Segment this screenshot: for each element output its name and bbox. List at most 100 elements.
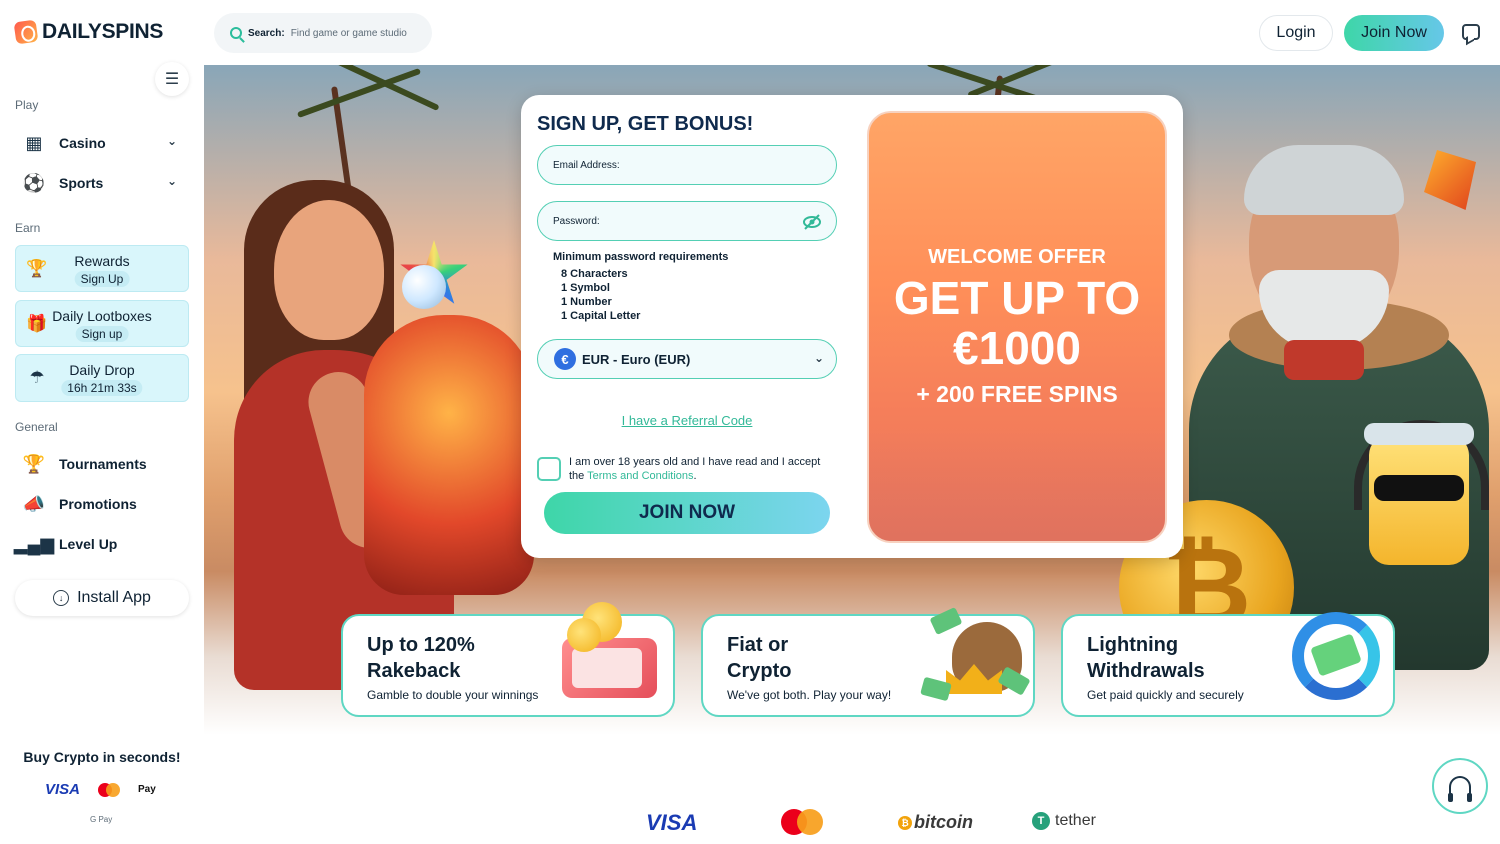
visa-logo: VISA xyxy=(45,781,81,798)
referral-code-link[interactable]: I have a Referral Code xyxy=(521,413,853,428)
chat-icon[interactable] xyxy=(1462,24,1480,40)
payment-methods-row: VISA Pay xyxy=(45,781,156,798)
slot-machine-icon: ▦ xyxy=(25,132,43,153)
currency-value: EUR - Euro (EUR) xyxy=(582,351,691,367)
tether-icon: T xyxy=(1032,812,1050,830)
eye-slash-icon[interactable] xyxy=(802,213,822,231)
feature-card-fiat-crypto: Fiat or Crypto We've got both. Play your… xyxy=(701,606,1035,717)
orb-illustration xyxy=(402,265,446,309)
earn-card-title: Rewards xyxy=(74,253,130,269)
apple-pay-label: Pay xyxy=(138,784,156,795)
collapse-sidebar-button[interactable]: ☰ xyxy=(155,62,189,96)
feature-title: Up to 120% Rakeback xyxy=(367,632,557,684)
earn-card-title: Daily Lootboxes xyxy=(52,308,152,324)
character-scarf xyxy=(1284,340,1364,380)
trophy-icon: 🏆 xyxy=(22,453,46,474)
bitcoin-logo: ₿ bitcoin xyxy=(898,812,973,833)
megaphone-icon: 📣 xyxy=(22,493,46,514)
feature-title: Lightning Withdrawals xyxy=(1087,632,1277,684)
chevron-down-icon[interactable]: ⌄ xyxy=(167,134,177,148)
signup-title: SIGN UP, GET BONUS! xyxy=(537,113,754,135)
money-cycle-illustration xyxy=(1282,602,1387,707)
download-icon: ↓ xyxy=(53,590,70,606)
character-face xyxy=(274,200,384,340)
password-requirement: 1 Number xyxy=(561,296,612,308)
welcome-offer-panel: WELCOME OFFER GET UP TO €1000 + 200 FREE… xyxy=(867,111,1167,543)
offer-background-sea xyxy=(869,431,1165,541)
feature-title-line: Up to 120% xyxy=(367,634,475,656)
feature-title-line: Fiat or xyxy=(727,634,789,656)
join-now-button[interactable]: Join Now xyxy=(1344,15,1444,51)
password-requirement: 8 Characters xyxy=(561,268,628,280)
tether-label: tether xyxy=(1055,812,1096,829)
login-button[interactable]: Login xyxy=(1259,15,1333,51)
sidebar-item-promotions[interactable]: 📣 Promotions xyxy=(15,487,189,521)
sidebar-item-label: Sports xyxy=(59,175,104,191)
password-field-label: Password: xyxy=(553,215,600,227)
join-now-submit-button[interactable]: JOIN NOW xyxy=(544,492,830,534)
terms-text: I am over 18 years old and I have read a… xyxy=(569,455,829,483)
install-app-label: Install App xyxy=(77,589,151,606)
sidebar-item-label: Level Up xyxy=(59,536,118,552)
password-requirement: 1 Capital Letter xyxy=(561,310,641,322)
bitcoin-icon: ₿ xyxy=(898,815,912,830)
google-pay-logo: G Pay xyxy=(90,815,113,824)
offer-headline-1: GET UP TO xyxy=(893,272,1141,324)
feature-title-line: Withdrawals xyxy=(1087,660,1205,682)
fire-wolf-illustration xyxy=(364,315,534,595)
feature-card-withdrawals: Lightning Withdrawals Get paid quickly a… xyxy=(1061,612,1395,717)
logo-text: DAILYSPINS xyxy=(42,20,164,43)
sidebar-item-sports[interactable]: ⚽ Sports ⌄ xyxy=(15,166,189,200)
offer-headline-2: €1000 xyxy=(953,322,1081,374)
password-field[interactable]: Password: xyxy=(537,201,837,241)
money-bag-crown-illustration xyxy=(920,602,1031,707)
mastercard-logo xyxy=(781,809,825,835)
feature-title-line: Crypto xyxy=(727,660,792,682)
character-hair xyxy=(1244,145,1404,215)
search-placeholder: Find game or game studio xyxy=(290,27,407,39)
headset-icon xyxy=(1448,776,1472,802)
earn-card-sub: Sign Up xyxy=(74,271,130,287)
chevron-down-icon: ⌄ xyxy=(813,351,824,365)
search-input[interactable]: Search: Find game or game studio xyxy=(214,13,432,53)
feature-title: Fiat or Crypto xyxy=(727,632,917,684)
top-bar: DAILYSPINS Search: Find game or game stu… xyxy=(0,0,1500,65)
soccer-ball-icon: ⚽ xyxy=(22,172,46,193)
earn-card-daily-lootboxes[interactable]: 🎁 Daily Lootboxes Sign up xyxy=(15,300,189,347)
install-app-button[interactable]: ↓ Install App xyxy=(15,580,189,616)
earn-card-sub: Sign up xyxy=(75,326,129,342)
email-field[interactable]: Email Address: xyxy=(537,145,837,185)
earn-card-daily-drop[interactable]: ☂ Daily Drop 16h 21m 33s xyxy=(15,354,189,402)
sidebar-item-label: Casino xyxy=(59,135,106,151)
terms-link[interactable]: Terms and Conditions xyxy=(587,470,693,482)
sidebar-item-label: Promotions xyxy=(59,496,137,512)
sidebar-item-level-up[interactable]: ▂▄▆ Level Up xyxy=(13,527,189,561)
logo-icon xyxy=(13,19,39,45)
password-requirements-title: Minimum password requirements xyxy=(553,251,729,263)
section-title-play: Play xyxy=(15,98,39,112)
search-icon xyxy=(230,27,242,39)
sidebar-item-tournaments[interactable]: 🏆 Tournaments xyxy=(15,447,189,481)
sunglasses-illustration xyxy=(1374,475,1464,501)
chevron-down-icon[interactable]: ⌄ xyxy=(167,174,177,188)
terms-checkbox[interactable] xyxy=(537,457,561,481)
logo[interactable]: DAILYSPINS xyxy=(13,19,164,45)
bar-chart-icon: ▂▄▆ xyxy=(13,533,55,554)
mastercard-logo xyxy=(98,782,121,797)
apple-pay-logo: Pay xyxy=(138,784,156,795)
sidebar-item-casino[interactable]: ▦ Casino ⌄ xyxy=(15,126,189,160)
email-field-label: Email Address: xyxy=(553,159,620,171)
feature-subtitle: Gamble to double your winnings xyxy=(367,688,539,702)
wallet-coins-illustration xyxy=(562,602,667,707)
earn-card-rewards[interactable]: 🏆 Rewards Sign Up xyxy=(15,245,189,292)
feature-subtitle: We've got both. Play your way! xyxy=(727,688,892,702)
signup-card: SIGN UP, GET BONUS! Email Address: Passw… xyxy=(521,95,1183,558)
currency-select[interactable]: € EUR - Euro (EUR) ⌄ xyxy=(537,339,837,379)
feature-title-line: Rakeback xyxy=(367,660,461,682)
support-chat-button[interactable] xyxy=(1432,758,1488,814)
mastercard-orange-circle xyxy=(797,809,823,835)
menu-collapse-icon: ☰ xyxy=(164,71,180,88)
wallet-card xyxy=(572,648,642,688)
bitcoin-label: bitcoin xyxy=(914,812,973,832)
search-label: Search: xyxy=(248,27,285,39)
